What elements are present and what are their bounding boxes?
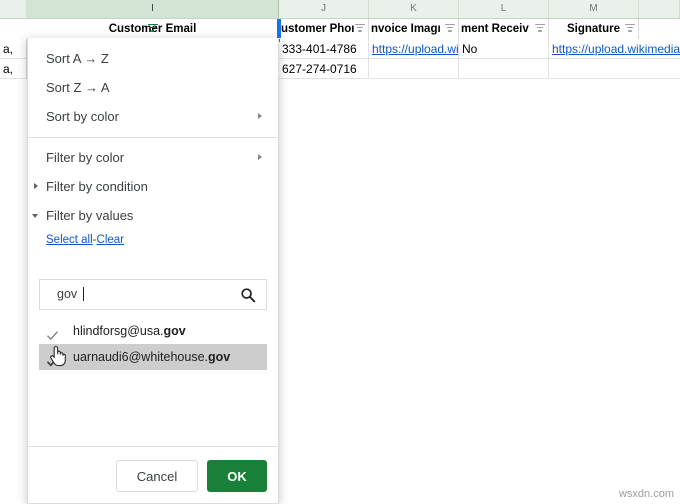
filter-icon[interactable]	[625, 24, 635, 33]
triangle-expanded-icon	[32, 214, 38, 218]
text-caret	[83, 287, 84, 301]
watermark: wsxdn.com	[618, 488, 674, 500]
field-header-customer-phone[interactable]: ustomer Phoı	[279, 19, 369, 39]
menu-item-sort-by-color[interactable]: Sort by color	[28, 102, 278, 131]
field-header-signature[interactable]: Signature	[549, 19, 639, 39]
field-header-payment-received[interactable]: ment Receiv	[459, 19, 549, 39]
column-header-J[interactable]: J	[279, 0, 369, 18]
column-header-L[interactable]: L	[459, 0, 549, 18]
filter-funnel-icon[interactable]	[147, 24, 158, 33]
filter-icon[interactable]	[445, 24, 455, 33]
cell-invoice-image[interactable]: https://upload.wi	[369, 39, 459, 59]
column-header-M[interactable]: M	[549, 0, 639, 18]
list-item[interactable]: hlindforsg@usa.gov	[39, 318, 267, 344]
list-item-label: hlindforsg@usa.	[73, 324, 164, 338]
column-letter-header-row: I J K L M	[0, 0, 680, 19]
chevron-right-icon	[258, 113, 262, 119]
column-header-I[interactable]: I	[27, 0, 279, 18]
cell-signature[interactable]	[549, 59, 680, 79]
cell-payment-received[interactable]: No	[459, 39, 549, 59]
cell-payment-received[interactable]	[459, 59, 549, 79]
search-icon[interactable]	[240, 287, 256, 303]
menu-divider	[28, 137, 278, 138]
filter-search-box[interactable]: gov	[39, 279, 267, 310]
cell-customer-phone[interactable]: 333-401-4786	[279, 39, 369, 59]
field-header-customer-email[interactable]: Customer Email	[27, 19, 279, 39]
menu-item-label: Filter by condition	[46, 179, 148, 194]
menu-item-sort-z-a[interactable]: Sort Z → A	[28, 73, 278, 102]
footer-divider	[28, 446, 280, 447]
column-letter-spacer	[0, 0, 27, 18]
field-header-label: Signature	[566, 23, 621, 35]
field-header-invoice-image[interactable]: nvoice Imagı	[369, 19, 459, 39]
cell-customer-phone[interactable]: 627-274-0716	[279, 59, 369, 79]
cell-partial-left[interactable]: a,	[0, 39, 27, 59]
filter-icon[interactable]	[535, 24, 545, 33]
menu-item-label: Filter by color	[46, 150, 125, 165]
filter-values-list: hlindforsg@usa.gov uarnaudi6@whitehouse.…	[39, 318, 267, 370]
dialog-button-row: Cancel OK	[116, 460, 267, 492]
cell-partial-left[interactable]: a,	[0, 59, 27, 79]
check-icon	[46, 351, 59, 367]
field-header-label: ustomer Phoı	[281, 23, 355, 35]
menu-item-label: Sort by color	[46, 109, 119, 124]
list-item-label: uarnaudi6@whitehouse.	[73, 350, 209, 364]
field-header-spacer	[0, 19, 27, 39]
select-all-link[interactable]: Select all	[46, 234, 93, 246]
chevron-right-icon	[258, 154, 262, 160]
list-item[interactable]: uarnaudi6@whitehouse.gov	[39, 344, 267, 370]
filter-icon[interactable]	[355, 24, 365, 33]
menu-item-label: Filter by values	[46, 208, 134, 223]
cancel-button[interactable]: Cancel	[116, 460, 198, 492]
menu-item-label: Sort Z → A	[46, 80, 110, 95]
select-all-clear-row: Select all-Clear	[28, 230, 278, 250]
triangle-collapsed-icon	[34, 183, 38, 189]
ok-button[interactable]: OK	[207, 460, 267, 492]
column-header-K[interactable]: K	[369, 0, 459, 18]
menu-item-sort-a-z[interactable]: Sort A → Z	[28, 44, 278, 73]
cell-invoice-image[interactable]	[369, 59, 459, 79]
check-icon	[46, 325, 59, 341]
search-input[interactable]: gov	[57, 287, 77, 301]
field-header-label: nvoice Imagı	[371, 23, 441, 35]
menu-item-filter-by-color[interactable]: Filter by color	[28, 143, 278, 172]
column-header-N[interactable]	[639, 0, 680, 18]
clear-link[interactable]: Clear	[97, 234, 124, 246]
menu-item-filter-by-condition[interactable]: Filter by condition	[28, 172, 278, 201]
screen-root: I J K L M Customer Email ustomer Phoı nv…	[0, 0, 680, 504]
filter-dropdown-panel: Sort A → Z Sort Z → A Sort by color Filt…	[27, 38, 280, 504]
field-header-row: Customer Email ustomer Phoı nvoice Imagı…	[0, 19, 680, 40]
list-item-label-match: gov	[163, 324, 186, 338]
cell-signature[interactable]: https://upload.wikimedia.	[549, 39, 680, 59]
menu-item-label: Sort A → Z	[46, 51, 109, 66]
field-header-label: ment Receiv	[461, 23, 529, 35]
menu-item-filter-by-values[interactable]: Filter by values	[28, 201, 278, 230]
list-item-label-match: gov	[208, 350, 231, 364]
field-header-overflow	[639, 19, 680, 39]
